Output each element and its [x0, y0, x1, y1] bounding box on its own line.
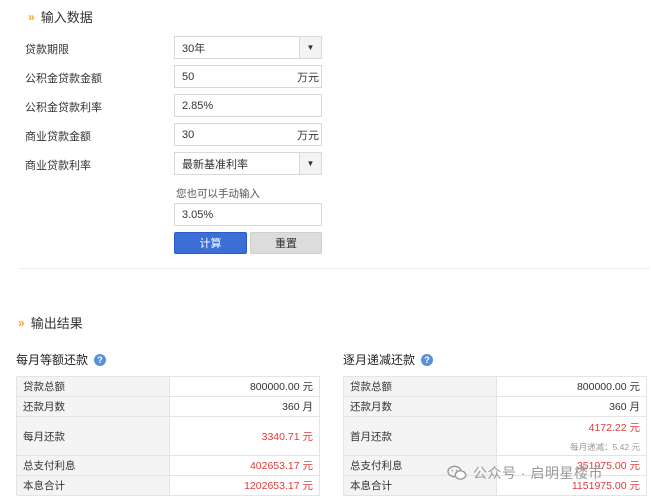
- table-row: 本息合计 1202653.17 元: [16, 475, 320, 496]
- row-value: 4172.22 元 每月递减：5.42 元: [496, 416, 647, 456]
- equal-payment-table: 贷款总额 800000.00 元 还款月数 360 月 每月还款 3340.71…: [16, 376, 320, 496]
- wechat-icon: [447, 465, 467, 480]
- output-section-title: » 输出结果: [18, 315, 83, 332]
- chevron-icon: »: [18, 315, 25, 330]
- equal-payment-title: 每月等额还款 ?: [16, 351, 107, 368]
- row-label: 还款月数: [16, 396, 170, 417]
- table-row: 还款月数 360 月: [16, 396, 320, 417]
- fund-amount-label: 公积金贷款金额: [25, 73, 102, 85]
- row-label: 每月还款: [16, 416, 170, 456]
- row-value: 1202653.17 元: [169, 475, 320, 496]
- row-label: 贷款总额: [16, 376, 170, 397]
- row-label: 本息合计: [16, 475, 170, 496]
- table-row: 总支付利息 402653.17 元: [16, 455, 320, 476]
- table-row: 贷款总额 800000.00 元: [343, 376, 647, 397]
- equal-principal-title: 逐月递减还款 ?: [343, 351, 434, 368]
- help-icon[interactable]: ?: [94, 353, 107, 366]
- row-label: 首月还款: [343, 416, 497, 456]
- table-row: 贷款总额 800000.00 元: [16, 376, 320, 397]
- row-label: 贷款总额: [343, 376, 497, 397]
- fund-rate-label: 公积金贷款利率: [25, 102, 102, 114]
- dropdown-arrow-icon[interactable]: ▼: [299, 153, 321, 174]
- manual-rate-input[interactable]: 3.05%: [174, 203, 322, 226]
- input-section-title: » 输入数据: [28, 9, 93, 26]
- loan-term-label: 贷款期限: [25, 44, 69, 56]
- commercial-amount-label: 商业贷款金额: [25, 131, 91, 143]
- row-label: 总支付利息: [16, 455, 170, 476]
- commercial-amount-input[interactable]: 30 万元: [174, 123, 322, 146]
- row-value: 800000.00 元: [169, 376, 320, 397]
- help-icon[interactable]: ?: [421, 353, 434, 366]
- row-value: 360 月: [169, 396, 320, 417]
- row-value: 800000.00 元: [496, 376, 647, 397]
- commercial-rate-select[interactable]: 最新基准利率 ▼: [174, 152, 322, 175]
- table-row: 首月还款 4172.22 元 每月递减：5.42 元: [343, 416, 647, 456]
- table-row: 每月还款 3340.71 元: [16, 416, 320, 456]
- monthly-decrease-note: 每月递减：5.42 元: [570, 441, 640, 452]
- dropdown-arrow-icon[interactable]: ▼: [299, 37, 321, 58]
- reset-button[interactable]: 重置: [250, 232, 322, 254]
- fund-amount-unit: 万元: [297, 71, 319, 84]
- row-value: 3340.71 元: [169, 416, 320, 456]
- commercial-amount-unit: 万元: [297, 129, 319, 142]
- chevron-icon: »: [28, 9, 35, 24]
- watermark: 公众号 · 启明星楼市: [447, 463, 603, 483]
- loan-term-select[interactable]: 30年 ▼: [174, 36, 322, 59]
- row-value: 360 月: [496, 396, 647, 417]
- row-value: 402653.17 元: [169, 455, 320, 476]
- commercial-rate-label: 商业贷款利率: [25, 160, 91, 172]
- first-month-value: 4172.22 元: [588, 421, 640, 434]
- section-divider: [20, 268, 650, 269]
- row-label: 还款月数: [343, 396, 497, 417]
- calculate-button[interactable]: 计算: [174, 232, 247, 254]
- manual-input-hint: 您也可以手动输入: [176, 188, 260, 200]
- fund-rate-input[interactable]: 2.85%: [174, 94, 322, 117]
- table-row: 还款月数 360 月: [343, 396, 647, 417]
- fund-amount-input[interactable]: 50 万元: [174, 65, 322, 88]
